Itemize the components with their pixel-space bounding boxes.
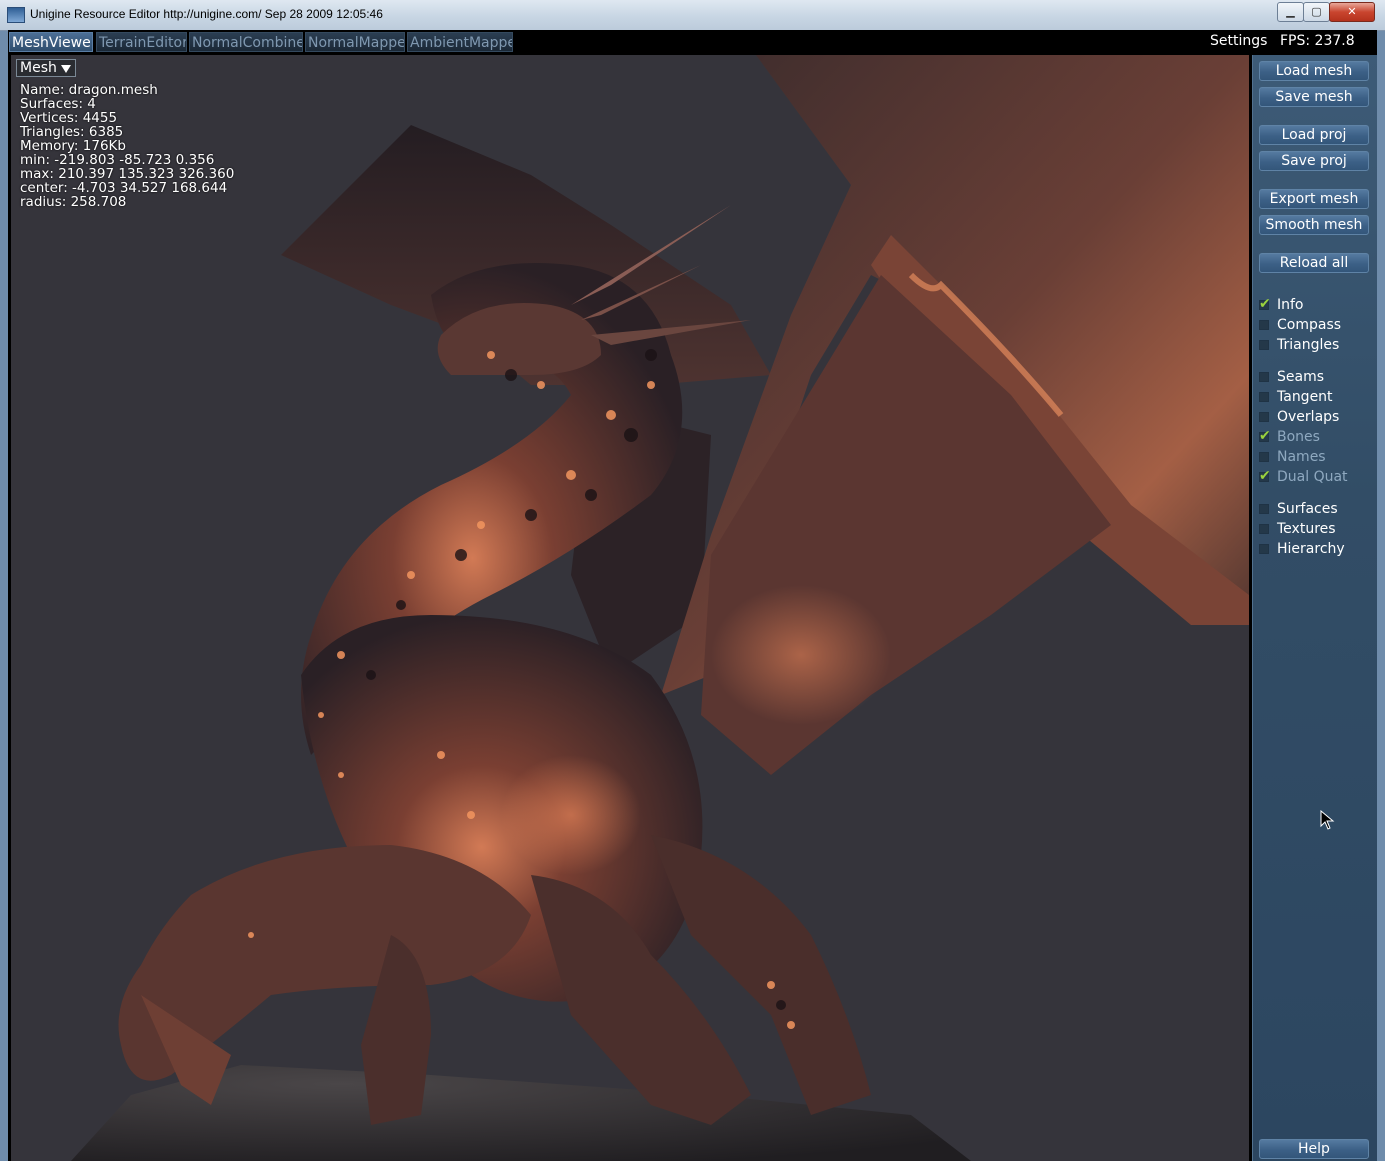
save-proj-button[interactable]: Save proj xyxy=(1259,151,1369,171)
info-min: min: -219.803 -85.723 0.356 xyxy=(20,152,215,168)
checkbox-box: ✔ xyxy=(1259,296,1271,312)
checkbox-box xyxy=(1259,392,1269,402)
info-vertices: Vertices: 4455 xyxy=(20,110,118,126)
checkbox-box xyxy=(1259,524,1269,534)
checkbox-box xyxy=(1259,452,1269,462)
mesh-viewport[interactable]: Mesh Name: dragon.mesh Surfaces: 4 Verti… xyxy=(11,55,1249,1161)
tab-ambientmapper[interactable]: AmbientMapper xyxy=(407,32,513,52)
checkbox-tangent-label: Tangent xyxy=(1277,389,1333,405)
chevron-down-icon xyxy=(61,65,71,73)
checkbox-overlaps-label: Overlaps xyxy=(1277,409,1340,425)
checkmark-icon: ✔ xyxy=(1259,468,1271,484)
checkbox-seams-label: Seams xyxy=(1277,369,1325,385)
settings-menu[interactable]: Settings xyxy=(1210,33,1267,49)
smooth-mesh-button[interactable]: Smooth mesh xyxy=(1259,215,1369,235)
info-center: center: -4.703 34.527 168.644 xyxy=(20,180,228,196)
checkbox-dual-quat-label: Dual Quat xyxy=(1277,469,1348,485)
checkbox-box xyxy=(1259,320,1269,330)
checkbox-hierarchy-label: Hierarchy xyxy=(1277,541,1345,557)
info-memory: Memory: 176Kb xyxy=(20,138,126,154)
mouse-pointer-icon xyxy=(1320,810,1335,830)
dragon-render xyxy=(71,55,1249,1161)
checkbox-box: ✔ xyxy=(1259,468,1271,484)
checkbox-triangles-label: Triangles xyxy=(1277,337,1340,353)
checkbox-box xyxy=(1259,504,1269,514)
tab-meshviewer[interactable]: MeshViewer xyxy=(9,32,93,52)
tab-normalcombiner[interactable]: NormalCombiner xyxy=(189,32,303,52)
window-title-bar: Unigine Resource Editor http://unigine.c… xyxy=(0,0,1385,31)
load-proj-button[interactable]: Load proj xyxy=(1259,125,1369,145)
close-button[interactable]: ✕ xyxy=(1329,2,1375,22)
info-radius: radius: 258.708 xyxy=(20,194,127,210)
checkbox-bones-label: Bones xyxy=(1277,429,1320,445)
window-title: Unigine Resource Editor http://unigine.c… xyxy=(30,7,383,21)
checkmark-icon: ✔ xyxy=(1259,428,1271,444)
fps-counter: FPS: 237.8 xyxy=(1280,33,1355,49)
checkbox-compass-label: Compass xyxy=(1277,317,1342,333)
info-surfaces: Surfaces: 4 xyxy=(20,96,96,112)
checkbox-surfaces-label: Surfaces xyxy=(1277,501,1338,517)
mode-dropdown[interactable]: Mesh xyxy=(16,59,76,77)
checkbox-box xyxy=(1259,340,1269,350)
tools-panel: Load mesh Save mesh Load proj Save proj … xyxy=(1252,55,1377,1161)
tab-bar: MeshViewer TerrainEditor NormalCombiner … xyxy=(8,30,1377,53)
info-triangles: Triangles: 6385 xyxy=(20,124,124,140)
checkbox-box xyxy=(1259,544,1269,554)
checkbox-box xyxy=(1259,412,1269,422)
minimize-button[interactable]: ▁ xyxy=(1277,2,1304,22)
maximize-button[interactable]: ▢ xyxy=(1303,2,1330,22)
tab-normalmapper[interactable]: NormalMapper xyxy=(305,32,405,52)
load-mesh-button[interactable]: Load mesh xyxy=(1259,61,1369,81)
checkbox-box xyxy=(1259,372,1269,382)
mesh-info-panel: Name: dragon.mesh Surfaces: 4 Vertices: … xyxy=(20,83,234,209)
checkbox-textures-label: Textures xyxy=(1277,521,1336,537)
app-window: MeshViewer TerrainEditor NormalCombiner … xyxy=(8,30,1377,1161)
reload-all-button[interactable]: Reload all xyxy=(1259,253,1369,273)
export-mesh-button[interactable]: Export mesh xyxy=(1259,189,1369,209)
checkmark-icon: ✔ xyxy=(1259,296,1271,312)
checkbox-box: ✔ xyxy=(1259,428,1271,444)
app-icon xyxy=(7,7,25,23)
save-mesh-button[interactable]: Save mesh xyxy=(1259,87,1369,107)
help-button[interactable]: Help xyxy=(1259,1139,1369,1159)
checkbox-info-label: Info xyxy=(1277,297,1304,313)
checkbox-names-label: Names xyxy=(1277,449,1326,465)
info-max: max: 210.397 135.323 326.360 xyxy=(20,166,235,182)
mode-dropdown-value: Mesh xyxy=(20,60,57,76)
tab-terraineditor[interactable]: TerrainEditor xyxy=(96,32,187,52)
info-name: Name: dragon.mesh xyxy=(20,82,158,98)
